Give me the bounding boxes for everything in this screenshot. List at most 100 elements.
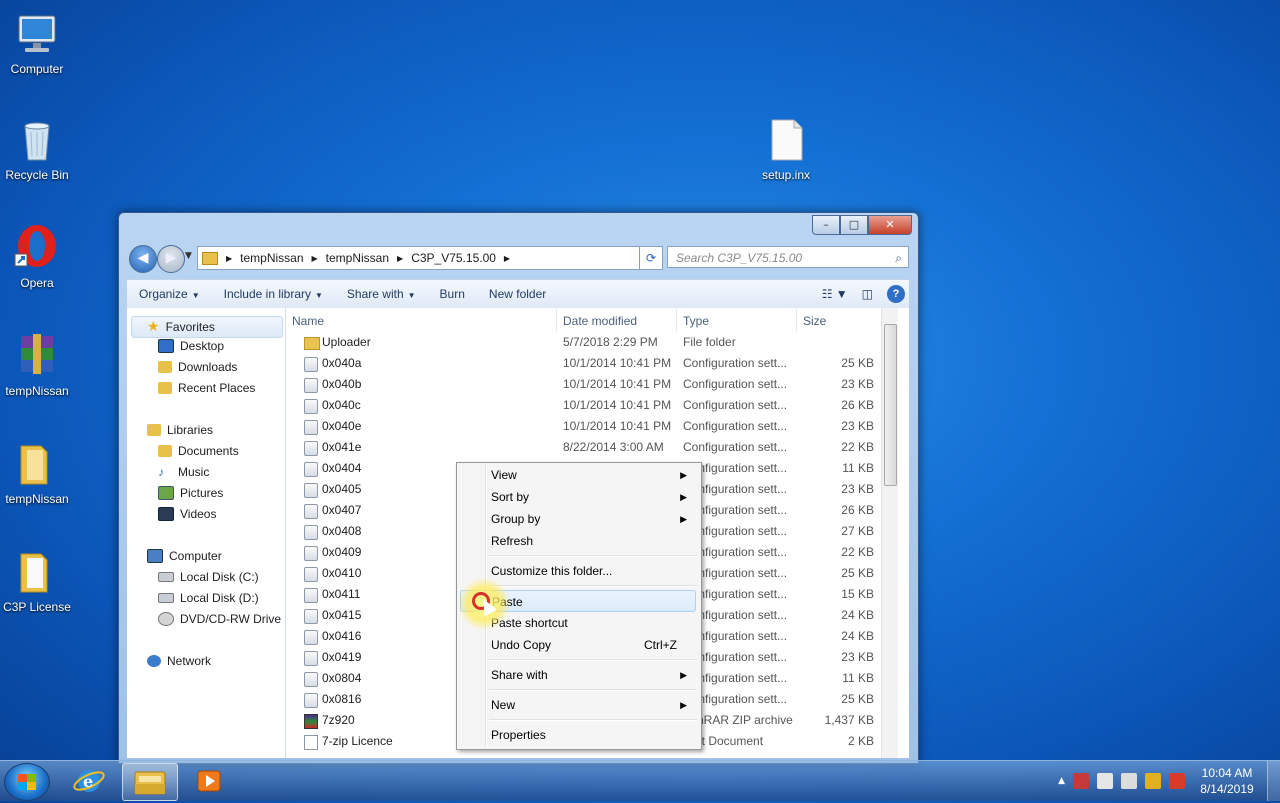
scrollbar-thumb[interactable] bbox=[884, 324, 897, 486]
file-row[interactable]: 0x040c 10/1/2014 10:41 PM Configuration se… bbox=[286, 395, 898, 416]
file-row[interactable]: 0x041e 8/22/2014 3:00 AM Configuration set… bbox=[286, 437, 898, 458]
file-row[interactable]: Uploader 5/7/2018 2:29 PM File folder bbox=[286, 332, 898, 353]
show-desktop-button[interactable] bbox=[1267, 761, 1280, 801]
breadcrumb-separator[interactable]: ▶ bbox=[226, 254, 232, 263]
nav-libraries[interactable]: Libraries bbox=[147, 423, 213, 437]
forward-button[interactable]: ▶ bbox=[157, 245, 185, 273]
nav-recent-places[interactable]: Recent Places bbox=[158, 381, 255, 395]
desktop-icon-tempnissan-folder[interactable]: tempNissan bbox=[0, 440, 77, 506]
folder-icon bbox=[134, 771, 166, 795]
nav-local-disk-d[interactable]: Local Disk (D:) bbox=[158, 591, 259, 605]
back-button[interactable]: ◀ bbox=[129, 245, 157, 273]
start-button[interactable] bbox=[4, 763, 50, 801]
desktop-icon-computer[interactable]: Computer bbox=[0, 10, 77, 76]
menu-item-sort-by[interactable]: Sort by ▶ bbox=[491, 486, 695, 508]
file-type: Configuration sett... bbox=[683, 356, 788, 370]
burn-button[interactable]: Burn bbox=[428, 287, 477, 301]
config-file-icon bbox=[304, 693, 318, 708]
file-name: Uploader bbox=[322, 335, 371, 349]
music-icon: ♪ bbox=[158, 465, 164, 479]
nav-desktop[interactable]: Desktop bbox=[158, 339, 224, 353]
file-size: 23 KB bbox=[841, 482, 874, 496]
new-folder-button[interactable]: New folder bbox=[477, 287, 558, 301]
vertical-scrollbar[interactable] bbox=[881, 308, 898, 758]
organize-button[interactable]: Organize ▼ bbox=[127, 287, 212, 301]
menu-item-properties[interactable]: Properties bbox=[491, 724, 695, 746]
config-file-icon bbox=[304, 672, 318, 687]
file-row[interactable]: 0x040e 10/1/2014 10:41 PM Configuration se… bbox=[286, 416, 898, 437]
action-center-flag-icon[interactable] bbox=[1169, 773, 1185, 789]
share-with-button[interactable]: Share with ▼ bbox=[335, 287, 428, 301]
taskbar-media-player[interactable] bbox=[182, 763, 236, 799]
desktop-icon-tempnissan-archive[interactable]: tempNissan bbox=[0, 332, 77, 398]
menu-item-share-with[interactable]: Share with ▶ bbox=[491, 664, 695, 686]
breadcrumb-c3p[interactable]: C3P_V75.15.00 bbox=[411, 251, 496, 265]
preview-pane-icon[interactable]: ◫ bbox=[862, 287, 873, 301]
show-hidden-icons-button[interactable]: ▲ bbox=[1058, 776, 1065, 786]
column-header-size[interactable]: Size bbox=[797, 308, 882, 332]
search-icon[interactable]: ⌕ bbox=[895, 247, 902, 269]
maximize-button[interactable]: □ bbox=[840, 215, 868, 235]
file-type: Configuration sett... bbox=[683, 398, 788, 412]
file-size: 24 KB bbox=[841, 608, 874, 622]
file-size: 15 KB bbox=[841, 587, 874, 601]
search-input[interactable]: Search C3P_V75.15.00 ⌕ bbox=[667, 246, 909, 268]
shortcut-label: Ctrl+Z bbox=[644, 638, 677, 652]
taskbar-internet-explorer[interactable]: e bbox=[62, 763, 116, 799]
power-icon[interactable] bbox=[1145, 773, 1161, 789]
address-bar[interactable]: ▶ tempNissan ▶ tempNissan ▶ C3P_V75.15.0… bbox=[197, 246, 661, 270]
nav-computer[interactable]: Computer bbox=[147, 549, 222, 563]
column-header-name[interactable]: Name bbox=[286, 308, 557, 332]
breadcrumb-tempnissan-2[interactable]: tempNissan bbox=[326, 251, 389, 265]
breadcrumb-separator[interactable]: ▶ bbox=[504, 254, 510, 263]
view-options-icon[interactable]: ☷ ▼ bbox=[822, 287, 848, 301]
file-name: 0x040e bbox=[322, 419, 362, 433]
breadcrumb-separator[interactable]: ▶ bbox=[397, 254, 403, 263]
desktop-icon-opera[interactable]: Opera bbox=[0, 224, 77, 290]
nav-music[interactable]: ♪ Music bbox=[158, 465, 209, 479]
desktop-icon-setup-inx[interactable]: setup.inx bbox=[746, 116, 826, 182]
help-icon[interactable]: ? bbox=[887, 285, 905, 303]
desktop-icon-recycle-bin[interactable]: Recycle Bin bbox=[0, 116, 77, 182]
desktop-icon-c3p-license[interactable]: C3P License bbox=[0, 548, 77, 614]
menu-item-new[interactable]: New ▶ bbox=[491, 694, 695, 716]
nav-pictures[interactable]: Pictures bbox=[158, 486, 223, 500]
menu-item-paste-shortcut[interactable]: Paste shortcut bbox=[491, 612, 695, 634]
menu-item-group-by[interactable]: Group by ▶ bbox=[491, 508, 695, 530]
file-size: 26 KB bbox=[841, 503, 874, 517]
file-row[interactable]: 0x040b 10/1/2014 10:41 PM Configuration se… bbox=[286, 374, 898, 395]
config-file-icon bbox=[304, 525, 318, 540]
menu-item-undo-copy[interactable]: Undo Copy Ctrl+Z bbox=[491, 634, 695, 656]
nav-favorites[interactable]: ★ Favorites bbox=[147, 318, 215, 335]
config-file-icon bbox=[304, 567, 318, 582]
column-header-type[interactable]: Type bbox=[677, 308, 797, 332]
file-row[interactable]: 0x040a 10/1/2014 10:41 PM Configuration se… bbox=[286, 353, 898, 374]
menu-item-customize-folder[interactable]: Customize this folder... bbox=[491, 560, 695, 582]
nav-documents[interactable]: Documents bbox=[158, 444, 239, 458]
nav-dvd-drive[interactable]: DVD/CD-RW Drive (I bbox=[158, 612, 285, 626]
include-in-library-button[interactable]: Include in library ▼ bbox=[212, 287, 335, 301]
pictures-icon bbox=[158, 486, 174, 500]
close-button[interactable]: ✕ bbox=[868, 215, 912, 235]
minimize-button[interactable]: – bbox=[812, 215, 840, 235]
recent-pages-dropdown[interactable]: ▼ bbox=[185, 251, 192, 261]
breadcrumb-separator[interactable]: ▶ bbox=[312, 254, 318, 263]
nav-network[interactable]: Network bbox=[147, 654, 211, 668]
opera-icon bbox=[13, 224, 61, 272]
tray-app-icon[interactable] bbox=[1073, 773, 1089, 789]
refresh-icon[interactable]: ⟳ bbox=[639, 246, 663, 270]
menu-separator bbox=[489, 659, 697, 661]
nav-local-disk-c[interactable]: Local Disk (C:) bbox=[158, 570, 259, 584]
taskbar-windows-explorer[interactable] bbox=[122, 763, 178, 801]
system-clock[interactable]: 10:04 AM 8/14/2019 bbox=[1195, 765, 1259, 797]
volume-icon[interactable] bbox=[1121, 773, 1137, 789]
menu-item-view[interactable]: View ▶ bbox=[491, 464, 695, 486]
nav-downloads[interactable]: Downloads bbox=[158, 360, 237, 374]
menu-item-refresh[interactable]: Refresh bbox=[491, 530, 695, 552]
safely-remove-icon[interactable] bbox=[1097, 773, 1113, 789]
chevron-down-icon: ▼ bbox=[407, 291, 416, 300]
breadcrumb-tempnissan[interactable]: tempNissan bbox=[240, 251, 303, 265]
nav-videos[interactable]: Videos bbox=[158, 507, 216, 521]
column-header-date[interactable]: Date modified bbox=[557, 308, 677, 332]
file-size: 11 KB bbox=[842, 461, 874, 475]
